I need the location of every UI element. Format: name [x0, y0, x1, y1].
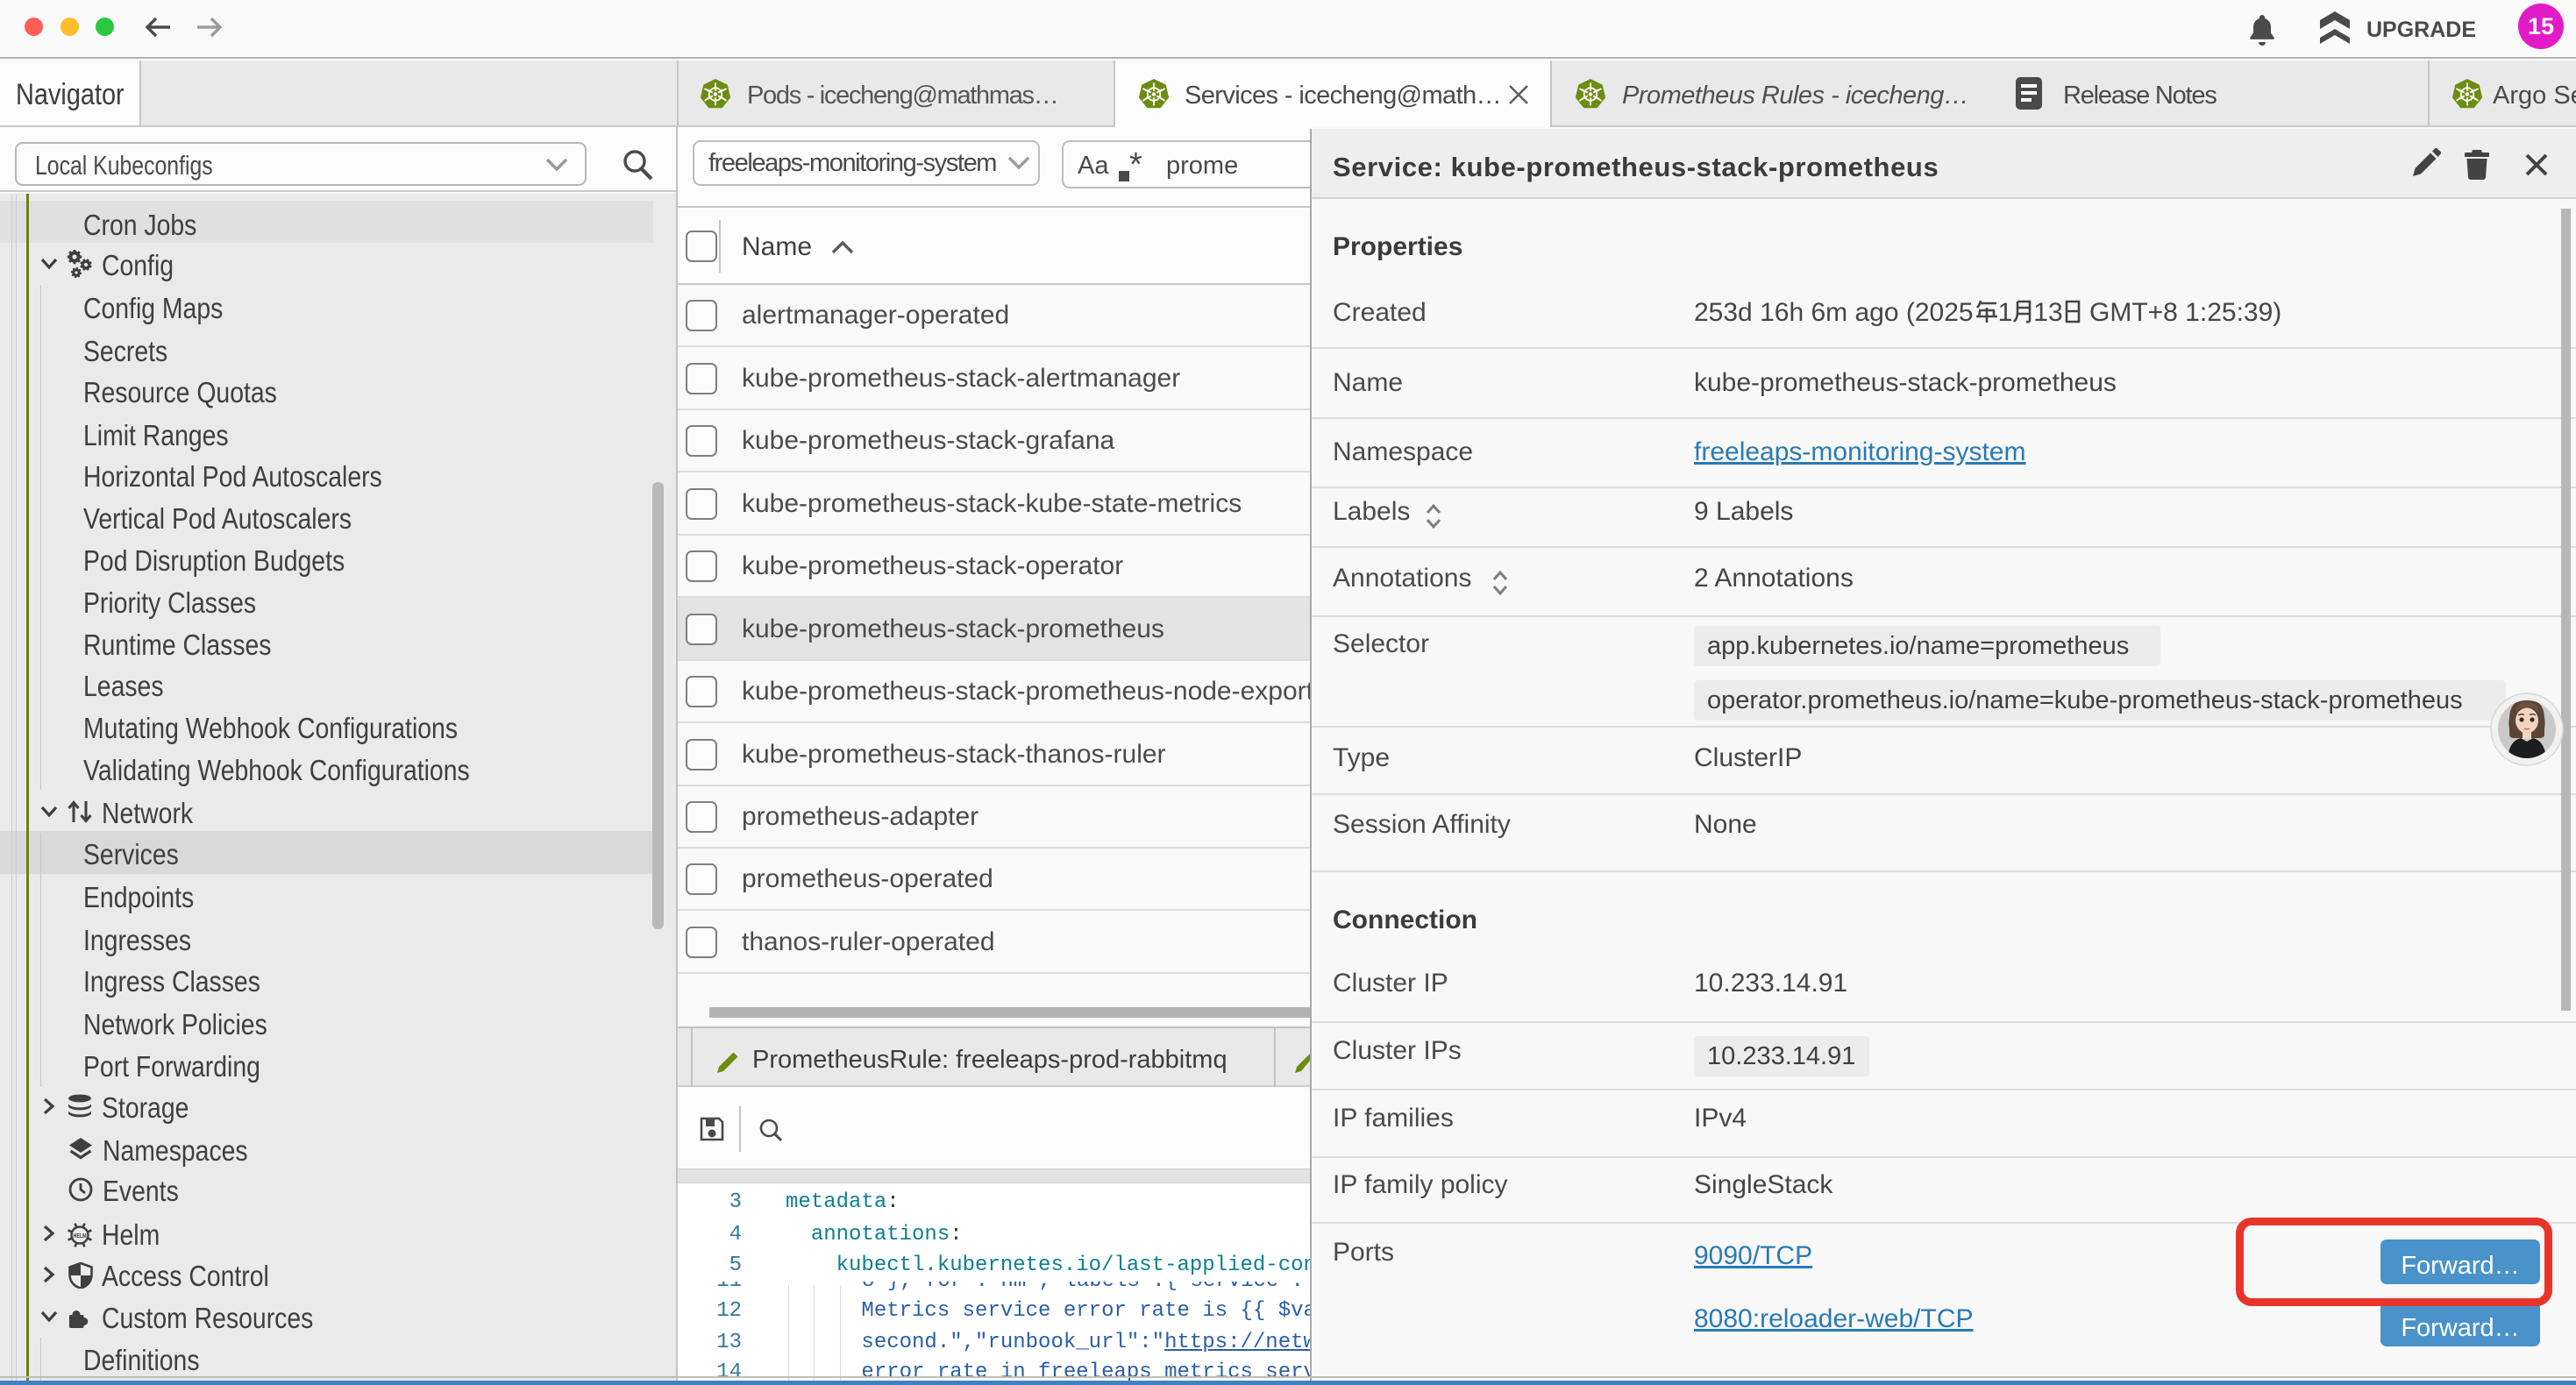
svg-text:HELM: HELM [74, 1233, 87, 1239]
